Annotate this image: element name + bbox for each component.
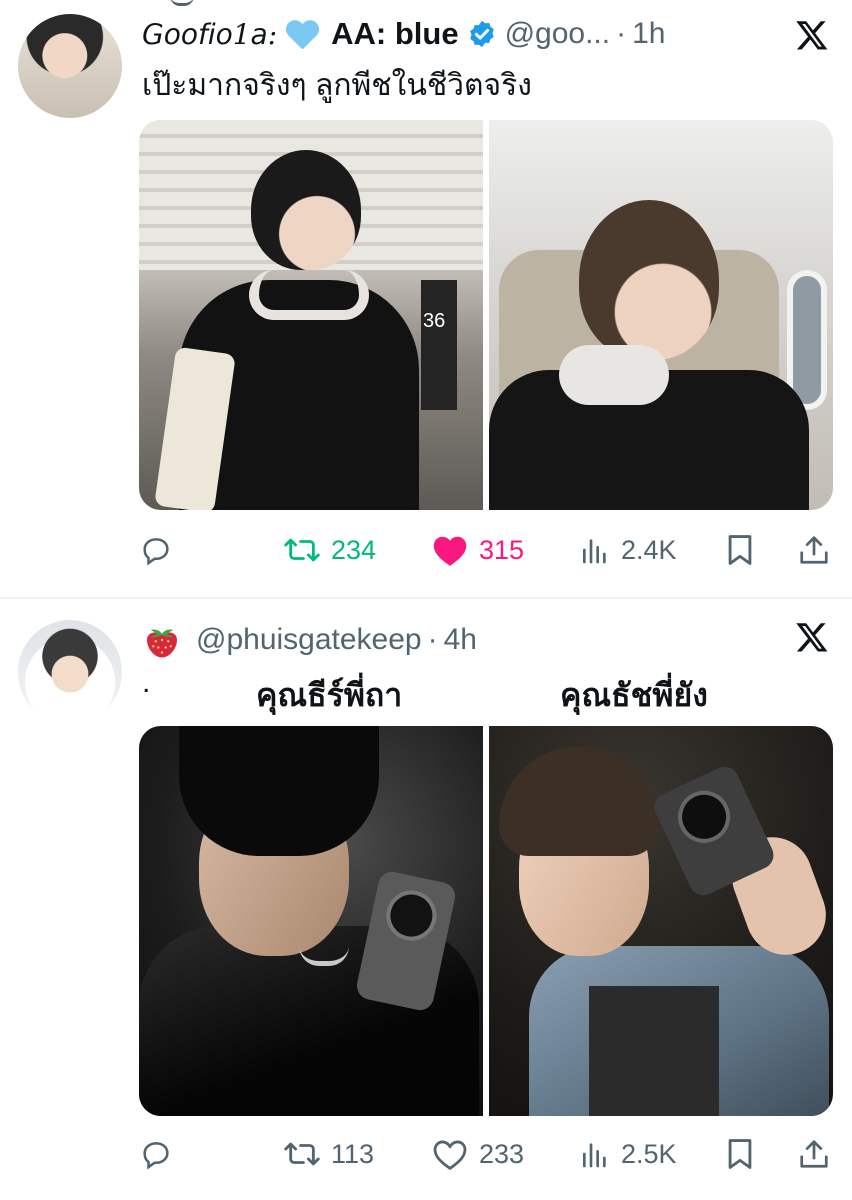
- x-logo-icon[interactable]: [794, 620, 830, 654]
- retweet-count: 234: [331, 534, 377, 565]
- bookmark-icon: [728, 1139, 752, 1169]
- views-button[interactable]: 2.4K: [579, 530, 677, 570]
- reply-button[interactable]: [139, 530, 183, 570]
- reply-icon: [143, 538, 169, 566]
- photo-detail: [579, 200, 719, 360]
- photo-portrait-dark[interactable]: [139, 726, 483, 1116]
- caption-right: คุณธัชพี่ยัง: [560, 677, 708, 713]
- separator-dot: ·: [616, 17, 627, 50]
- handle[interactable]: @phuisgatekeep: [196, 623, 422, 657]
- action-bar: 234 315 2.4K: [139, 530, 833, 570]
- timestamp[interactable]: 1h: [632, 17, 665, 51]
- retweet-icon: [284, 538, 320, 562]
- like-icon: [433, 536, 467, 566]
- share-icon: [800, 536, 828, 564]
- views-count: 2.5K: [621, 1138, 677, 1169]
- photo-portrait-denim[interactable]: [489, 726, 833, 1116]
- like-button[interactable]: 315: [431, 530, 524, 570]
- like-count: 233: [479, 1138, 525, 1169]
- photo-detail: [589, 986, 719, 1116]
- photo-detail: [249, 270, 369, 320]
- handle[interactable]: @goo...: [505, 17, 611, 51]
- like-count: 315: [479, 534, 525, 565]
- like-icon: [433, 1140, 467, 1171]
- views-button[interactable]: 2.5K: [579, 1134, 677, 1174]
- retweet-icon: [284, 1142, 320, 1166]
- previous-tweet-fragment: [170, 0, 194, 6]
- photo-detail: 36: [421, 280, 457, 410]
- reply-icon: [143, 1142, 169, 1170]
- retweet-button[interactable]: 234: [283, 530, 376, 570]
- tweet-header: 𝘎𝘰𝘰𝘧𝘪𝘰1𝘢: AA: blue @goo... · 1h: [142, 12, 762, 56]
- share-button[interactable]: [799, 530, 829, 570]
- share-button[interactable]: [799, 1134, 829, 1174]
- verified-icon: [469, 20, 494, 48]
- photo-detail: [179, 726, 379, 856]
- blue-heart-icon: [285, 19, 319, 49]
- media-grid[interactable]: 36: [139, 120, 833, 510]
- photo-detail: [499, 746, 659, 856]
- action-bar: 113 233 2.5K: [139, 1134, 833, 1174]
- views-count: 2.4K: [621, 534, 677, 565]
- like-button[interactable]: 233: [431, 1134, 524, 1174]
- retweet-count: 113: [331, 1138, 375, 1169]
- avatar[interactable]: [18, 14, 122, 118]
- tweet[interactable]: 𝘎𝘰𝘰𝘧𝘪𝘰1𝘢: AA: blue @goo... · 1h เป๊ะมากจ…: [0, 0, 852, 599]
- tweet-header: @phuisgatekeep · 4h: [142, 618, 762, 662]
- photo-airplane[interactable]: [489, 120, 833, 510]
- display-name-suffix[interactable]: AA: blue: [331, 16, 458, 52]
- photo-airport[interactable]: 36: [139, 120, 483, 510]
- bookmark-button[interactable]: [725, 530, 755, 570]
- retweet-button[interactable]: 113: [283, 1134, 374, 1174]
- avatar[interactable]: [18, 620, 122, 724]
- separator-dot: ·: [427, 623, 438, 656]
- strawberry-icon: [147, 629, 177, 658]
- share-icon: [800, 1140, 828, 1168]
- tweet-text: เป๊ะมากจริงๆ ลูกพีชในชีวิตจริง: [142, 69, 532, 102]
- tweet-text: .: [142, 666, 151, 699]
- media-grid[interactable]: [139, 726, 833, 1116]
- views-icon: [583, 539, 606, 564]
- tweet[interactable]: @phuisgatekeep · 4h . คุณธีร์พี่ถา คุณธั…: [0, 598, 852, 1200]
- display-name[interactable]: 𝘎𝘰𝘰𝘧𝘪𝘰1𝘢:: [142, 18, 277, 51]
- photo-detail: [559, 345, 669, 405]
- reply-button[interactable]: [139, 1134, 183, 1174]
- photo-detail: [251, 150, 361, 270]
- timestamp[interactable]: 4h: [444, 623, 477, 657]
- x-logo-icon[interactable]: [794, 18, 830, 52]
- bookmark-icon: [728, 535, 752, 565]
- views-icon: [583, 1143, 606, 1168]
- bookmark-button[interactable]: [725, 1134, 755, 1174]
- caption-left: คุณธีร์พี่ถา: [256, 677, 403, 713]
